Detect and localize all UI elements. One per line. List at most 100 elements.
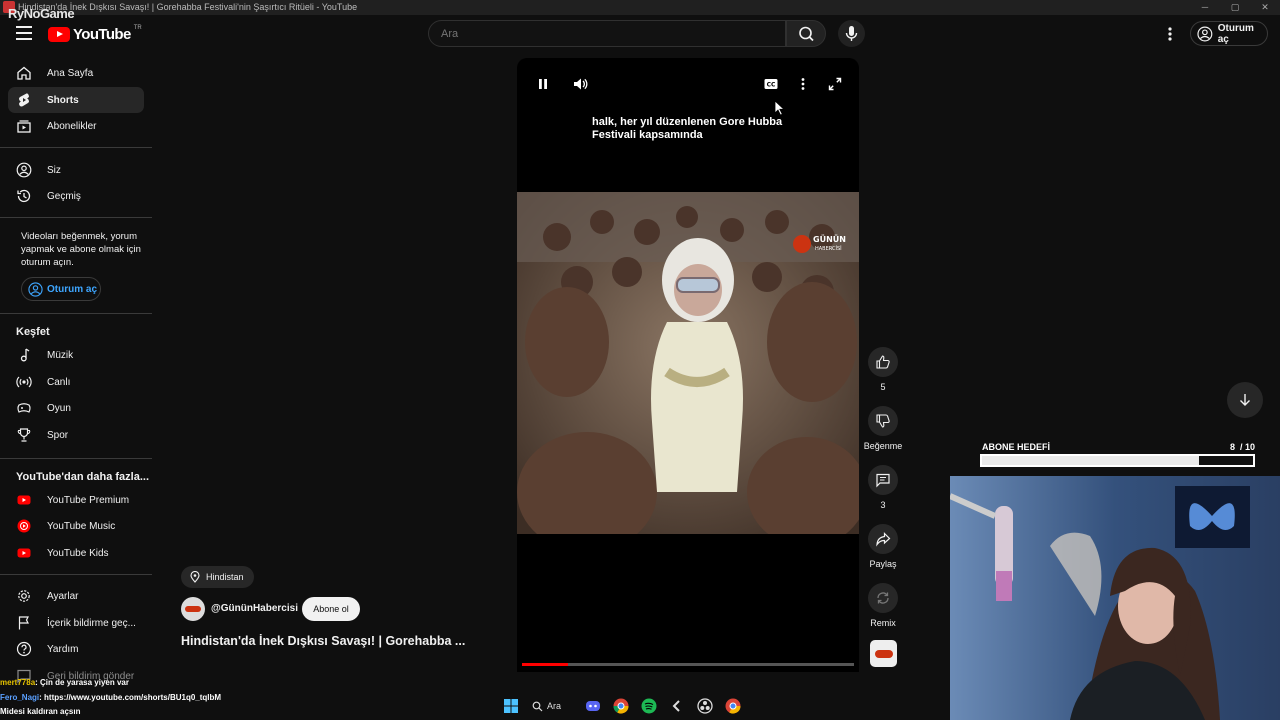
captions-icon[interactable]: CC (760, 73, 782, 95)
voice-search-button[interactable] (838, 20, 865, 47)
like-count: 5 (880, 382, 886, 392)
dislike-label: Beğenme (863, 441, 903, 451)
menu-icon[interactable] (16, 26, 32, 40)
next-video-button[interactable] (1227, 382, 1263, 418)
chat-message: Fero_Nagi: https://www.youtube.com/short… (0, 691, 300, 706)
sidebar-item-music[interactable]: Müzik (8, 342, 144, 368)
fullscreen-icon[interactable] (824, 73, 846, 95)
comment-count: 3 (880, 500, 886, 510)
share-button[interactable] (868, 524, 898, 554)
maximize-icon[interactable]: ▢ (1220, 0, 1250, 15)
obs-icon[interactable] (694, 695, 716, 717)
sidebar-item-report-history[interactable]: İçerik bildirme geç... (8, 610, 144, 636)
video-frame[interactable]: GÜNÜN HABERCİSİ (517, 192, 859, 534)
spotify-icon[interactable] (638, 695, 660, 717)
signin-button[interactable]: Oturum aç (1190, 21, 1268, 46)
chrome-icon[interactable] (610, 695, 632, 717)
sidebar-item-youtube-premium[interactable]: YouTube Premium (8, 487, 144, 513)
mouse-cursor-icon (774, 100, 786, 116)
channel-name[interactable]: @GününHabercisi (211, 603, 298, 614)
sidebar-item-gaming[interactable]: Oyun (8, 395, 144, 421)
sidebar-item-live[interactable]: Canlı (8, 369, 144, 395)
live-icon (16, 374, 32, 390)
discord-icon[interactable] (582, 695, 604, 717)
sidebar-item-label: YouTube Premium (47, 494, 130, 506)
account-icon (28, 281, 43, 297)
video-caption: halk, her yıl düzenlenen Gore Hubba Fest… (592, 116, 783, 141)
subscriber-goal-fill (982, 456, 1199, 465)
subscriber-goal-count: 8 / 10 (1200, 442, 1255, 452)
sidebar-item-help[interactable]: Yardım (8, 636, 144, 662)
share-label: Paylaş (869, 559, 897, 569)
sidebar-divider (0, 147, 152, 148)
svg-text:CC: CC (767, 82, 776, 89)
location-label: Hindistan (206, 572, 244, 582)
goal-current: 8 (1229, 442, 1235, 452)
help-icon (16, 641, 32, 657)
player-more-icon[interactable] (792, 73, 814, 95)
music-icon (16, 347, 32, 363)
sidebar-item-label: Shorts (47, 94, 79, 106)
video-progress-bar[interactable] (522, 663, 854, 666)
window-controls: ─ ▢ ✕ (1190, 0, 1280, 15)
video-title[interactable]: Hindistan'da İnek Dışkısı Savaşı! | Gore… (181, 634, 465, 648)
sidebar-item-home[interactable]: Ana Sayfa (8, 60, 144, 86)
search-button[interactable] (786, 20, 826, 47)
windows-start-icon[interactable] (500, 695, 522, 717)
sidebar-item-label: Abonelikler (47, 120, 97, 132)
window-titlebar: Hindistan'da İnek Dışkısı Savaşı! | Gore… (0, 0, 1280, 15)
channel-logo-icon (874, 649, 893, 658)
sidebar-item-label: Canlı (47, 376, 71, 388)
sidebar-item-label: YouTube Kids (47, 547, 109, 559)
app-icon[interactable] (666, 695, 688, 717)
sidebar-item-youtube-music[interactable]: YouTube Music (8, 513, 144, 539)
arrow-down-icon (1240, 394, 1250, 406)
sidebar-item-sports[interactable]: Spor (8, 422, 144, 448)
youtube-logo[interactable]: YouTube TR (48, 25, 142, 43)
channel-thumbnail[interactable] (870, 640, 897, 667)
dislike-button[interactable] (868, 406, 898, 436)
chat-message: Midesi kaldıran açsın (0, 705, 300, 720)
explore-heading: Keşfet (16, 326, 50, 338)
more-options-icon[interactable] (1160, 24, 1180, 44)
comment-icon (876, 473, 890, 488)
youtube-music-icon (16, 518, 32, 534)
sidebar-item-label: Siz (47, 164, 61, 176)
chrome-alt-icon[interactable] (722, 695, 744, 717)
chat-message: mert778a: Çin de yarasa yiyen var (0, 676, 300, 691)
comments-button[interactable] (868, 465, 898, 495)
subscribe-button[interactable]: Abone ol (302, 597, 360, 621)
youtube-play-icon (48, 26, 70, 42)
player-bottom-area (517, 534, 859, 672)
shorts-icon (16, 92, 32, 108)
trophy-icon (16, 427, 32, 443)
taskbar-search[interactable]: Ara (528, 695, 576, 717)
sidebar-item-youtube-kids[interactable]: YouTube Kids (8, 540, 144, 566)
more-from-youtube-heading: YouTube'dan daha fazla... (16, 471, 149, 483)
sidebar-signin-button[interactable]: Oturum aç (21, 277, 101, 301)
search-input[interactable] (428, 20, 786, 47)
like-button[interactable] (868, 347, 898, 377)
minimize-icon[interactable]: ─ (1190, 0, 1220, 15)
sidebar-item-label: YouTube Music (47, 520, 116, 532)
sidebar-item-subscriptions[interactable]: Abonelikler (8, 113, 144, 139)
channel-avatar[interactable] (181, 597, 205, 621)
sidebar-item-settings[interactable]: Ayarlar (8, 583, 144, 609)
pause-icon[interactable] (532, 73, 554, 95)
svg-text:GÜNÜN: GÜNÜN (813, 234, 846, 244)
thumbs-up-icon (876, 355, 890, 369)
subscriber-goal-bar (980, 454, 1255, 467)
sidebar-item-you[interactable]: Siz (8, 157, 144, 183)
sidebar-item-shorts[interactable]: Shorts (8, 87, 144, 113)
location-chip[interactable]: Hindistan (181, 566, 254, 588)
volume-icon[interactable] (569, 73, 591, 95)
subscriptions-icon (16, 118, 32, 134)
video-progress-fill (522, 663, 569, 666)
sidebar-divider (0, 574, 152, 575)
close-icon[interactable]: ✕ (1250, 0, 1280, 15)
remix-button[interactable] (868, 583, 898, 613)
remix-icon (877, 592, 889, 604)
account-icon (1197, 26, 1213, 41)
sidebar-item-label: İçerik bildirme geç... (47, 617, 136, 629)
sidebar-item-history[interactable]: Geçmiş (8, 183, 144, 209)
